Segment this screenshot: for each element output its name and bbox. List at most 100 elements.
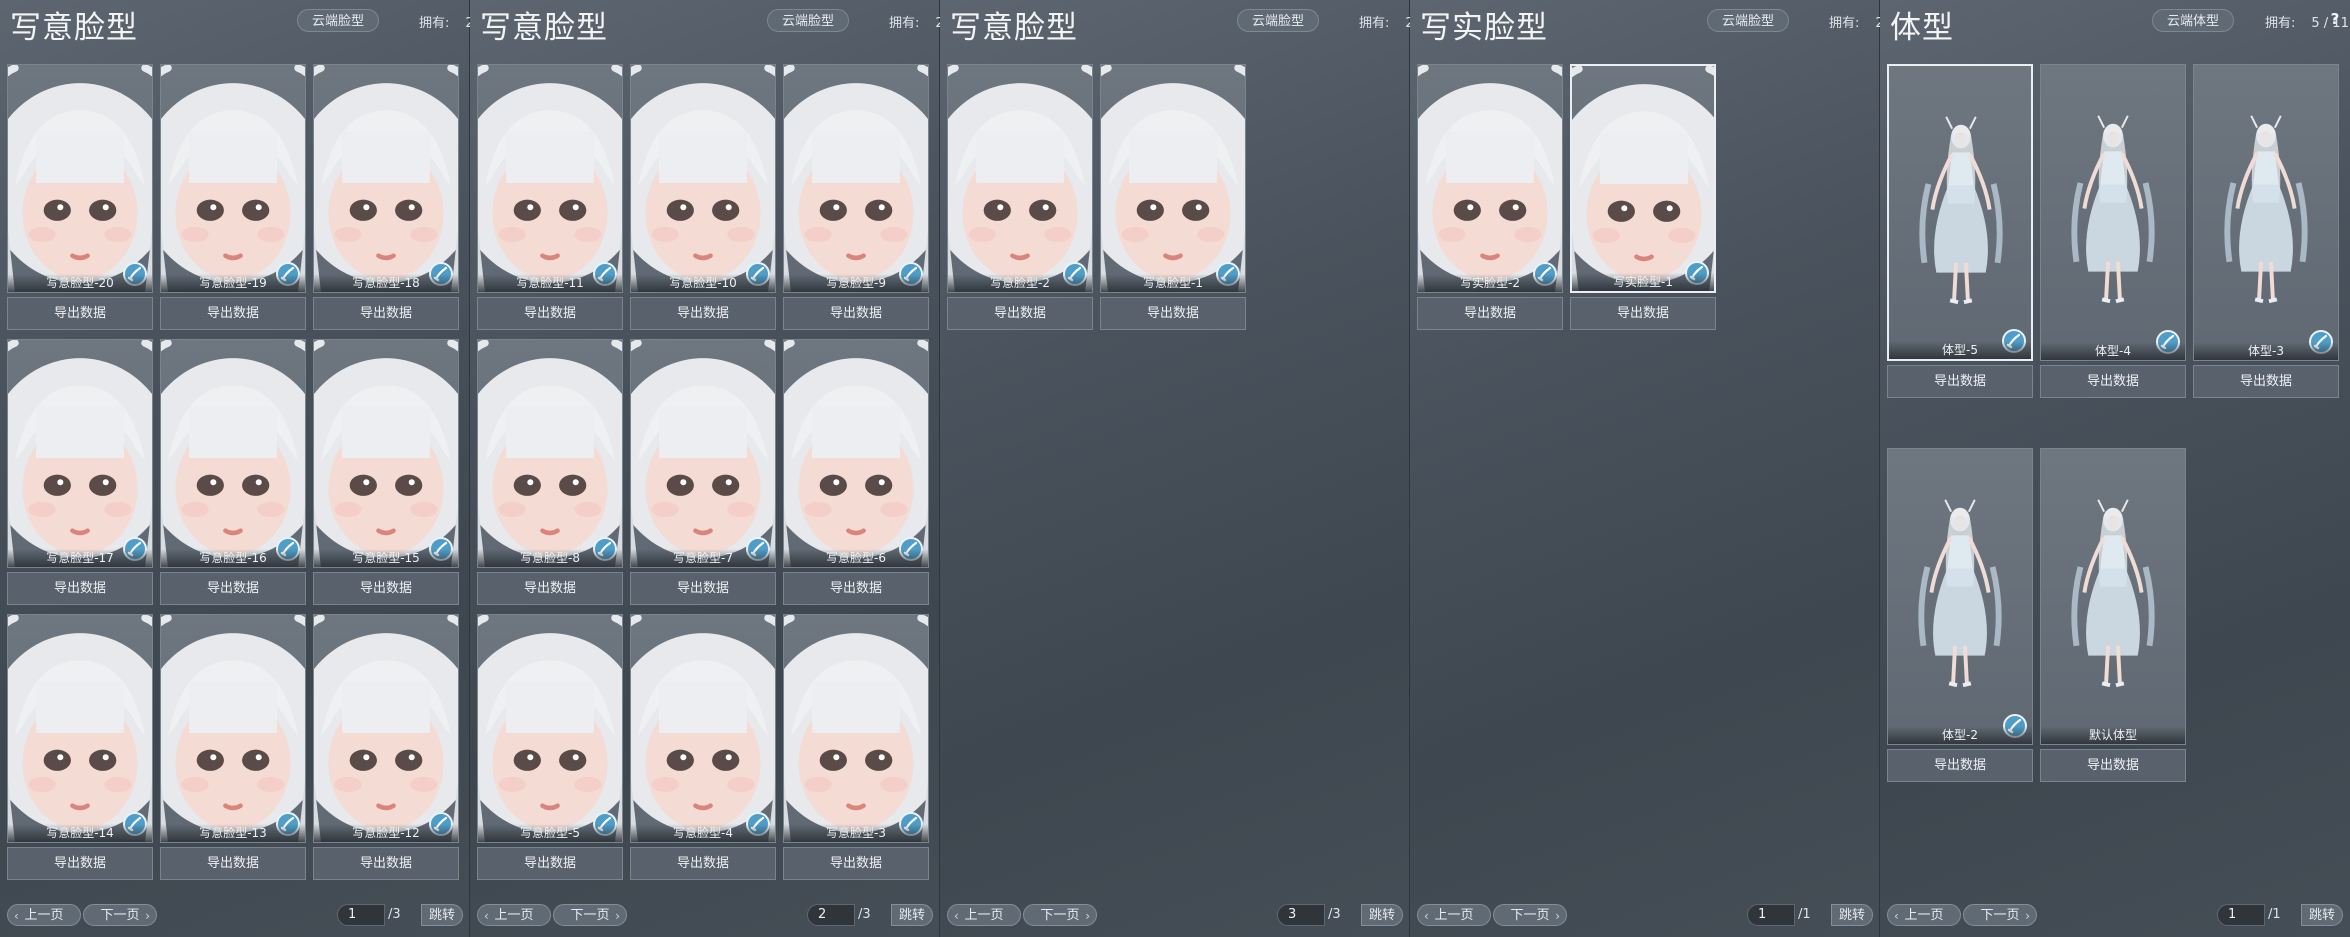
face-preview-image bbox=[8, 65, 152, 292]
prev-page-button[interactable]: ‹ 上一页 bbox=[477, 904, 551, 926]
export-data-button[interactable]: 导出数据 bbox=[783, 297, 929, 330]
prev-page-button[interactable]: ‹ 上一页 bbox=[947, 904, 1021, 926]
export-data-button[interactable]: 导出数据 bbox=[313, 297, 459, 330]
chevron-right-icon: › bbox=[615, 909, 620, 923]
page-input[interactable]: 2 bbox=[807, 904, 855, 926]
pager: ‹ 上一页 下一页 › 1/1 跳转 bbox=[1410, 897, 1879, 937]
export-data-button[interactable]: 导出数据 bbox=[477, 572, 623, 605]
export-data-button[interactable]: 导出数据 bbox=[783, 572, 929, 605]
face-card[interactable]: 写意脸型-4 bbox=[630, 614, 776, 843]
next-page-button[interactable]: 下一页 › bbox=[1493, 904, 1567, 926]
next-page-button[interactable]: 下一页 › bbox=[83, 904, 157, 926]
chevron-right-icon: › bbox=[1085, 909, 1090, 923]
export-data-button[interactable]: 导出数据 bbox=[2040, 749, 2186, 782]
export-data-button[interactable]: 导出数据 bbox=[160, 847, 306, 880]
next-page-button[interactable]: 下一页 › bbox=[553, 904, 627, 926]
face-card[interactable]: 写意脸型-5 bbox=[477, 614, 623, 843]
next-page-button[interactable]: 下一页 › bbox=[1023, 904, 1097, 926]
jump-button[interactable]: 跳转 bbox=[2301, 904, 2343, 926]
export-data-button[interactable]: 导出数据 bbox=[160, 297, 306, 330]
panel-3: 写意脸型云端脸型拥有:20写意脸型-2导出数据写意脸型-1导出数据‹上一页下一页… bbox=[940, 0, 1422, 937]
export-data-button[interactable]: 导出数据 bbox=[1887, 749, 2033, 782]
prev-page-button[interactable]: ‹ 上一页 bbox=[1417, 904, 1491, 926]
export-data-button[interactable]: 导出数据 bbox=[630, 847, 776, 880]
export-data-button[interactable]: 导出数据 bbox=[477, 847, 623, 880]
face-card[interactable]: 写意脸型-9 bbox=[783, 64, 929, 293]
face-card[interactable]: 写意脸型-19 bbox=[160, 64, 306, 293]
body-card[interactable]: 默认体型 bbox=[2040, 448, 2186, 745]
export-data-button[interactable]: 导出数据 bbox=[2040, 365, 2186, 398]
face-card[interactable]: 写意脸型-13 bbox=[160, 614, 306, 843]
export-data-button[interactable]: 导出数据 bbox=[630, 572, 776, 605]
panel-title: 写意脸型 bbox=[10, 10, 138, 46]
face-preview-image bbox=[478, 340, 622, 567]
export-data-button[interactable]: 导出数据 bbox=[7, 572, 153, 605]
face-card[interactable]: 写意脸型-1 bbox=[1100, 64, 1246, 293]
face-preview-image bbox=[631, 65, 775, 292]
card-label: 写意脸型-15 bbox=[314, 549, 458, 567]
page-input[interactable]: 1 bbox=[1747, 904, 1795, 926]
cloud-button[interactable]: 云端脸型 bbox=[767, 9, 850, 32]
jump-button[interactable]: 跳转 bbox=[891, 904, 933, 926]
page-input[interactable]: 1 bbox=[337, 904, 385, 926]
pager: ‹ 上一页 下一页 › 1/1 跳转 bbox=[1880, 897, 2350, 937]
cloud-button[interactable]: 云端体型 bbox=[2152, 9, 2235, 32]
face-preview-image bbox=[631, 340, 775, 567]
chevron-left-icon: ‹ bbox=[1894, 909, 1899, 923]
face-card[interactable]: 写意脸型-7 bbox=[630, 339, 776, 568]
jump-button[interactable]: 跳转 bbox=[1831, 904, 1873, 926]
card-label: 写意脸型-10 bbox=[631, 274, 775, 292]
export-data-button[interactable]: 导出数据 bbox=[1887, 365, 2033, 398]
face-card[interactable]: 写意脸型-20 bbox=[7, 64, 153, 293]
face-card[interactable]: 写意脸型-18 bbox=[313, 64, 459, 293]
app-root: 写意脸型云端脸型拥有:20写意脸型-20导出数据写意脸型-19导出数据写意脸型-… bbox=[0, 0, 2350, 937]
export-data-button[interactable]: 导出数据 bbox=[1570, 297, 1716, 330]
export-data-button[interactable]: 导出数据 bbox=[313, 572, 459, 605]
panel-1: 写意脸型云端脸型拥有:20写意脸型-20导出数据写意脸型-19导出数据写意脸型-… bbox=[0, 0, 482, 937]
page-input[interactable]: 3 bbox=[1277, 904, 1325, 926]
body-card[interactable]: 体型-4 bbox=[2040, 64, 2186, 361]
export-data-button[interactable]: 导出数据 bbox=[2193, 365, 2339, 398]
face-card[interactable]: 写意脸型-17 bbox=[7, 339, 153, 568]
export-data-button[interactable]: 导出数据 bbox=[630, 297, 776, 330]
card-label: 写意脸型-4 bbox=[631, 824, 775, 842]
face-card[interactable]: 写意脸型-11 bbox=[477, 64, 623, 293]
panel-5: 体型 云端体型 拥有: 5 / 11? 体型-5 导出数据 体型-4 导出数据 体型-3 导出数据… bbox=[1880, 0, 2350, 937]
face-preview-image bbox=[161, 65, 305, 292]
face-card[interactable]: 写实脸型-2 bbox=[1417, 64, 1563, 293]
face-card[interactable]: 写实脸型-1 bbox=[1570, 64, 1716, 293]
export-data-button[interactable]: 导出数据 bbox=[1417, 297, 1563, 330]
export-data-button[interactable]: 导出数据 bbox=[313, 847, 459, 880]
face-card[interactable]: 写意脸型-2 bbox=[947, 64, 1093, 293]
body-card[interactable]: 体型-3 bbox=[2193, 64, 2339, 361]
face-card[interactable]: 写意脸型-6 bbox=[783, 339, 929, 568]
page-total: /3 bbox=[1328, 907, 1341, 922]
prev-page-button[interactable]: ‹ 上一页 bbox=[1887, 904, 1961, 926]
body-card[interactable]: 体型-2 bbox=[1887, 448, 2033, 745]
face-card[interactable]: 写意脸型-14 bbox=[7, 614, 153, 843]
cloud-button[interactable]: 云端脸型 bbox=[1707, 9, 1790, 32]
face-card[interactable]: 写意脸型-3 bbox=[783, 614, 929, 843]
body-card[interactable]: 体型-5 bbox=[1887, 64, 2033, 361]
jump-button[interactable]: 跳转 bbox=[421, 904, 463, 926]
prev-page-button[interactable]: ‹ 上一页 bbox=[7, 904, 81, 926]
face-card[interactable]: 写意脸型-8 bbox=[477, 339, 623, 568]
face-card[interactable]: 写意脸型-15 bbox=[313, 339, 459, 568]
export-data-button[interactable]: 导出数据 bbox=[477, 297, 623, 330]
face-card[interactable]: 写意脸型-10 bbox=[630, 64, 776, 293]
next-page-button[interactable]: 下一页 › bbox=[1963, 904, 2037, 926]
export-data-button[interactable]: 导出数据 bbox=[947, 297, 1093, 330]
export-data-button[interactable]: 导出数据 bbox=[1100, 297, 1246, 330]
page-input[interactable]: 1 bbox=[2217, 904, 2265, 926]
face-card[interactable]: 写意脸型-16 bbox=[160, 339, 306, 568]
jump-button[interactable]: 跳转 bbox=[1361, 904, 1403, 926]
cloud-button[interactable]: 云端脸型 bbox=[297, 9, 380, 32]
face-card[interactable]: 写意脸型-12 bbox=[313, 614, 459, 843]
export-data-button[interactable]: 导出数据 bbox=[7, 297, 153, 330]
export-data-button[interactable]: 导出数据 bbox=[160, 572, 306, 605]
help-icon[interactable]: ? bbox=[2326, 10, 2344, 28]
export-data-button[interactable]: 导出数据 bbox=[783, 847, 929, 880]
chevron-left-icon: ‹ bbox=[1424, 909, 1429, 923]
cloud-button[interactable]: 云端脸型 bbox=[1237, 9, 1320, 32]
export-data-button[interactable]: 导出数据 bbox=[7, 847, 153, 880]
